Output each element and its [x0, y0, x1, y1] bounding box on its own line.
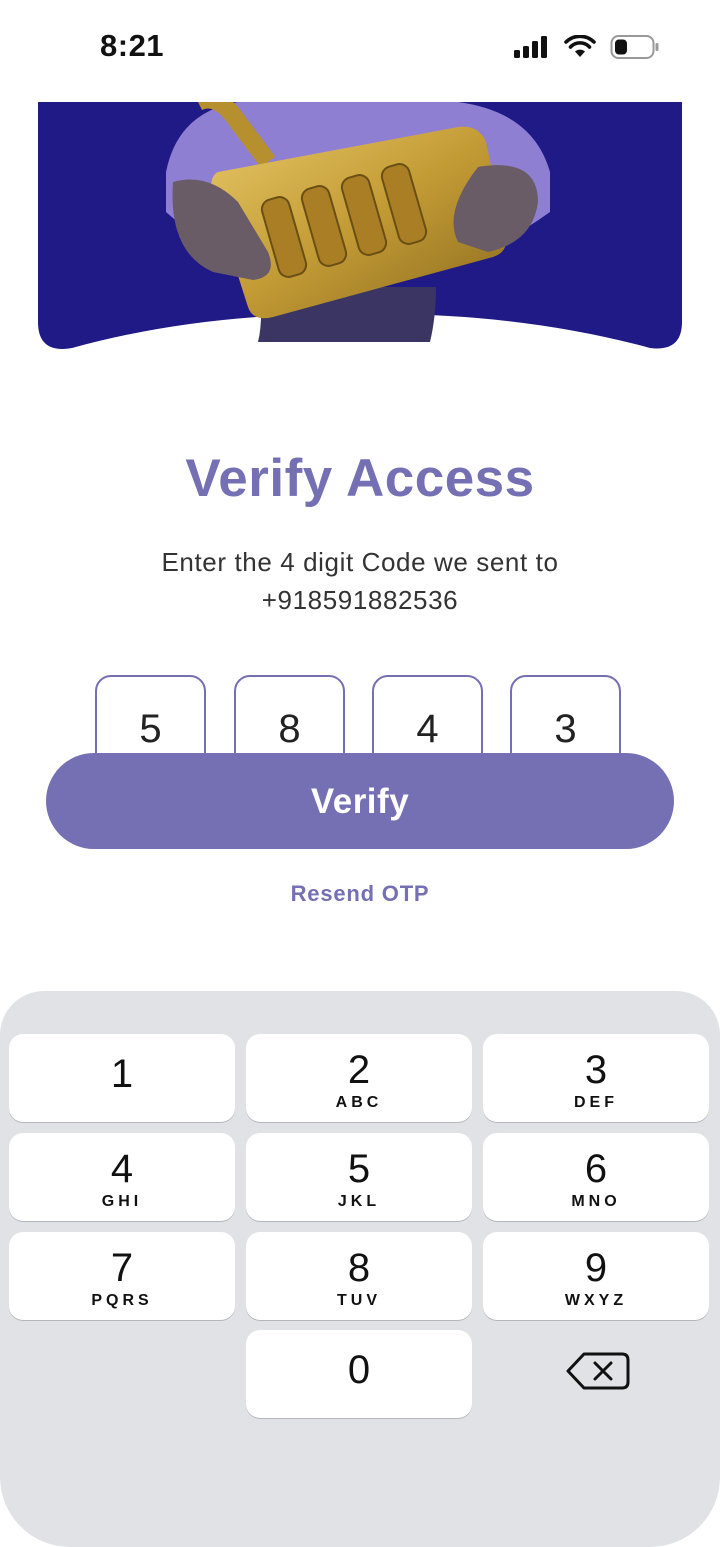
instruction-text: Enter the 4 digit Code we sent to +91859…: [0, 543, 720, 619]
key-digit: 8: [347, 1246, 371, 1290]
key-3[interactable]: 3 DEF: [483, 1034, 709, 1122]
key-digit: 0: [347, 1348, 371, 1392]
key-2[interactable]: 2 ABC: [246, 1034, 472, 1122]
key-7[interactable]: 7 PQRS: [9, 1232, 235, 1320]
key-8[interactable]: 8 TUV: [246, 1232, 472, 1320]
key-digit: 7: [110, 1246, 134, 1290]
key-1[interactable]: 1: [9, 1034, 235, 1122]
resend-otp-link[interactable]: Resend OTP: [0, 881, 720, 907]
battery-icon: [610, 35, 659, 59]
key-letters: GHI: [101, 1193, 143, 1210]
key-digit: 3: [584, 1048, 608, 1092]
otp-digit-box[interactable]: 3: [510, 675, 621, 765]
otp-digit-box[interactable]: 8: [234, 675, 345, 765]
key-digit: 9: [584, 1246, 608, 1290]
key-digit: 1: [110, 1052, 134, 1096]
numeric-keypad: 1 2 ABC 3 DEF 4 GHI 5 JKL 6 MNO 7 PQRS 8…: [0, 991, 720, 1547]
key-9[interactable]: 9 WXYZ: [483, 1232, 709, 1320]
key-letters: ABC: [335, 1094, 383, 1111]
key-digit: 5: [347, 1147, 371, 1191]
backspace-icon[interactable]: [562, 1346, 632, 1396]
padlock-illustration: [38, 102, 682, 349]
status-time: 8:21: [100, 28, 165, 63]
wifi-icon: [564, 35, 596, 57]
key-letters: JKL: [337, 1193, 381, 1210]
key-6[interactable]: 6 MNO: [483, 1133, 709, 1221]
otp-digit-box[interactable]: 5: [95, 675, 206, 765]
otp-digit-box[interactable]: 4: [372, 675, 483, 765]
phone-number: +918591882536: [261, 585, 459, 615]
verify-button[interactable]: Verify: [46, 753, 674, 849]
hero-illustration: [38, 102, 682, 392]
key-0[interactable]: 0: [246, 1330, 472, 1418]
key-letters: TUV: [337, 1292, 381, 1309]
key-digit: 6: [584, 1147, 608, 1191]
key-letters: WXYZ: [564, 1292, 628, 1309]
key-4[interactable]: 4 GHI: [9, 1133, 235, 1221]
signal-icon: [514, 36, 547, 58]
status-icons: [514, 34, 660, 60]
otp-input-group: 5 8 4 3: [95, 675, 625, 765]
key-5[interactable]: 5 JKL: [246, 1133, 472, 1221]
key-letters: PQRS: [91, 1292, 153, 1309]
status-bar: 8:21: [0, 0, 720, 96]
key-digit: 2: [347, 1048, 371, 1092]
key-letters: MNO: [571, 1193, 621, 1210]
page-title: Verify Access: [185, 449, 535, 508]
key-digit: 4: [110, 1147, 134, 1191]
instruction-line: Enter the 4 digit Code we sent to: [161, 547, 559, 577]
key-letters: DEF: [574, 1094, 618, 1111]
